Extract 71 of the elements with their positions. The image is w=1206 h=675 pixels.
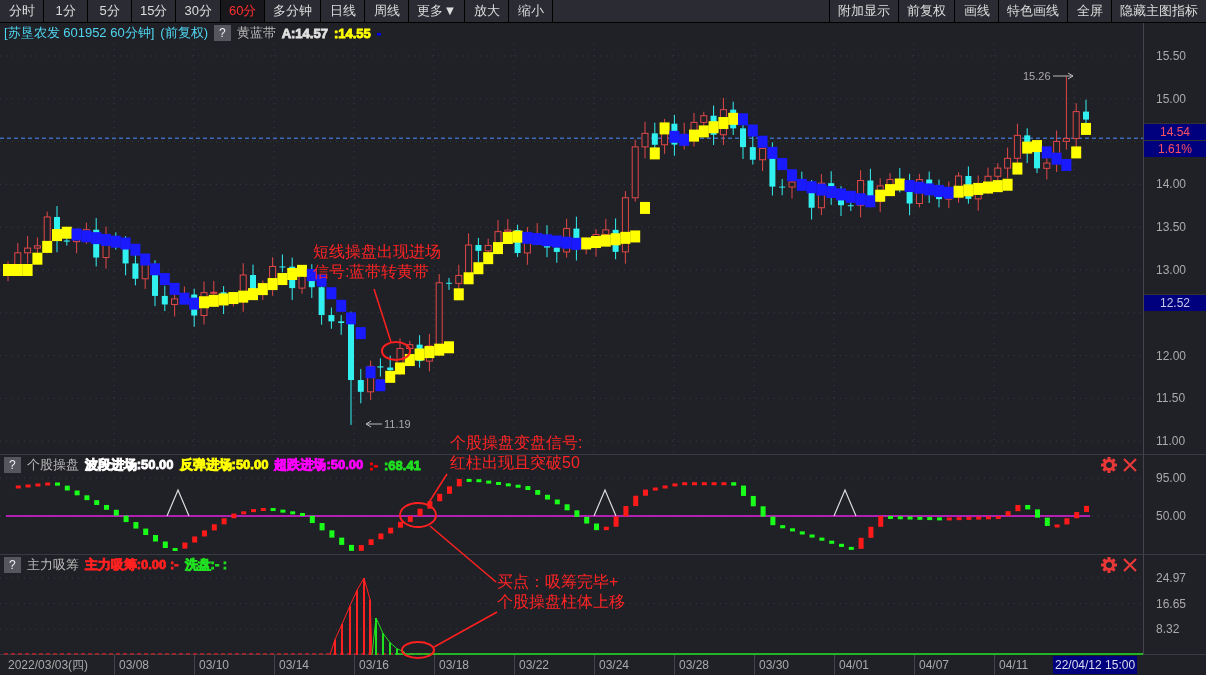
axis-label: 13.50 [1156,220,1187,235]
cursor-date: 22/04/12 15:00 [1053,656,1138,674]
leader-line [427,473,448,505]
indicator-value: 主力吸筹:0.00 :- [84,556,179,574]
leader-line [433,611,498,648]
axis-label: 15.50 [1156,49,1187,63]
date-label: 03/16 [354,655,434,675]
date-label: 2022/03/03(四) [7,657,90,674]
peak-marker [593,488,617,517]
period-tab[interactable]: 60分 [220,0,266,22]
indicator-name: 个股操盘 [26,456,79,474]
indicator-value: 波段进场:50.00 [84,456,174,474]
ellipse-mark [401,641,435,659]
date-label: 03/28 [674,655,754,675]
axis-label: 50.00 [1156,509,1187,523]
indicator-name: 黄蓝带 [236,24,276,42]
axis-label: 8.32 [1156,622,1180,637]
help-button[interactable]: ? [213,25,231,41]
date-label: 03/22 [514,655,594,675]
annotation-text: 个股操盘变盘信号: [450,433,583,453]
date-label: 04/07 [914,655,994,675]
leader-line [373,288,392,343]
indicator-value: - [376,25,382,41]
settings-icon[interactable] [1101,557,1117,573]
axis-label: 11.00 [1156,434,1186,449]
indicator-name: 主力吸筹 [26,556,79,574]
price-tag: 14.54 [1144,123,1206,140]
date-label: 03/14 [274,655,354,675]
indicator-value: A:14.57 [281,25,328,41]
low-price-label: 11.19 [384,417,411,430]
price-tag: 1.61% [1144,140,1206,157]
peak-marker [833,488,857,517]
axis-label: 15.00 [1156,91,1187,106]
axis-label: 24.97 [1156,571,1187,585]
annotation-text: 个股操盘柱体上移 [497,592,625,612]
ellipse-mark [399,502,437,528]
high-price-label: 15.26 [1023,69,1051,82]
indicator-value: 反弹进场:50.00 [179,456,269,474]
date-label: 03/24 [594,655,674,675]
indicator-value: 超跌进场:50.00 [274,456,364,474]
indicator-value: 洗盘:- : [184,556,228,574]
date-label: 04/01 [834,655,914,675]
date-label: 03/30 [754,655,834,675]
annotation-text: 买点：吸筹完毕+ [497,572,619,592]
axis-label: 95.00 [1156,471,1187,485]
indicator-value: :68.41 [384,457,421,473]
stock-title: [苏垦农发 601952 60分钟] [4,24,155,42]
adjust-label: (前复权) [160,24,208,42]
ellipse-mark [381,341,411,361]
date-label: 03/08 [114,655,194,675]
arrow-icon [1052,71,1075,80]
peak-marker [166,488,190,517]
annotation-text: 红柱出现且突破50 [450,453,580,473]
help-button[interactable]: ? [4,457,21,473]
settings-icon[interactable] [1101,457,1117,473]
close-icon[interactable] [1123,457,1137,473]
indicator-value: :14.55 [333,25,371,41]
axis-label: 16.65 [1156,596,1187,611]
close-icon[interactable] [1123,557,1137,573]
leader-line [429,525,497,583]
date-label: 03/18 [434,655,514,675]
axis-label: 13.00 [1156,263,1187,277]
indicator-value: :- [369,457,378,473]
help-button[interactable]: ? [4,557,21,573]
date-label: 03/10 [194,655,274,675]
arrow-icon [364,419,382,428]
price-tag: 12.52 [1144,294,1206,311]
annotation-text: 短线操盘出现进场 [313,242,441,262]
axis-label: 11.50 [1156,391,1186,406]
axis-label: 14.00 [1156,177,1187,192]
axis-label: 12.00 [1156,348,1187,363]
